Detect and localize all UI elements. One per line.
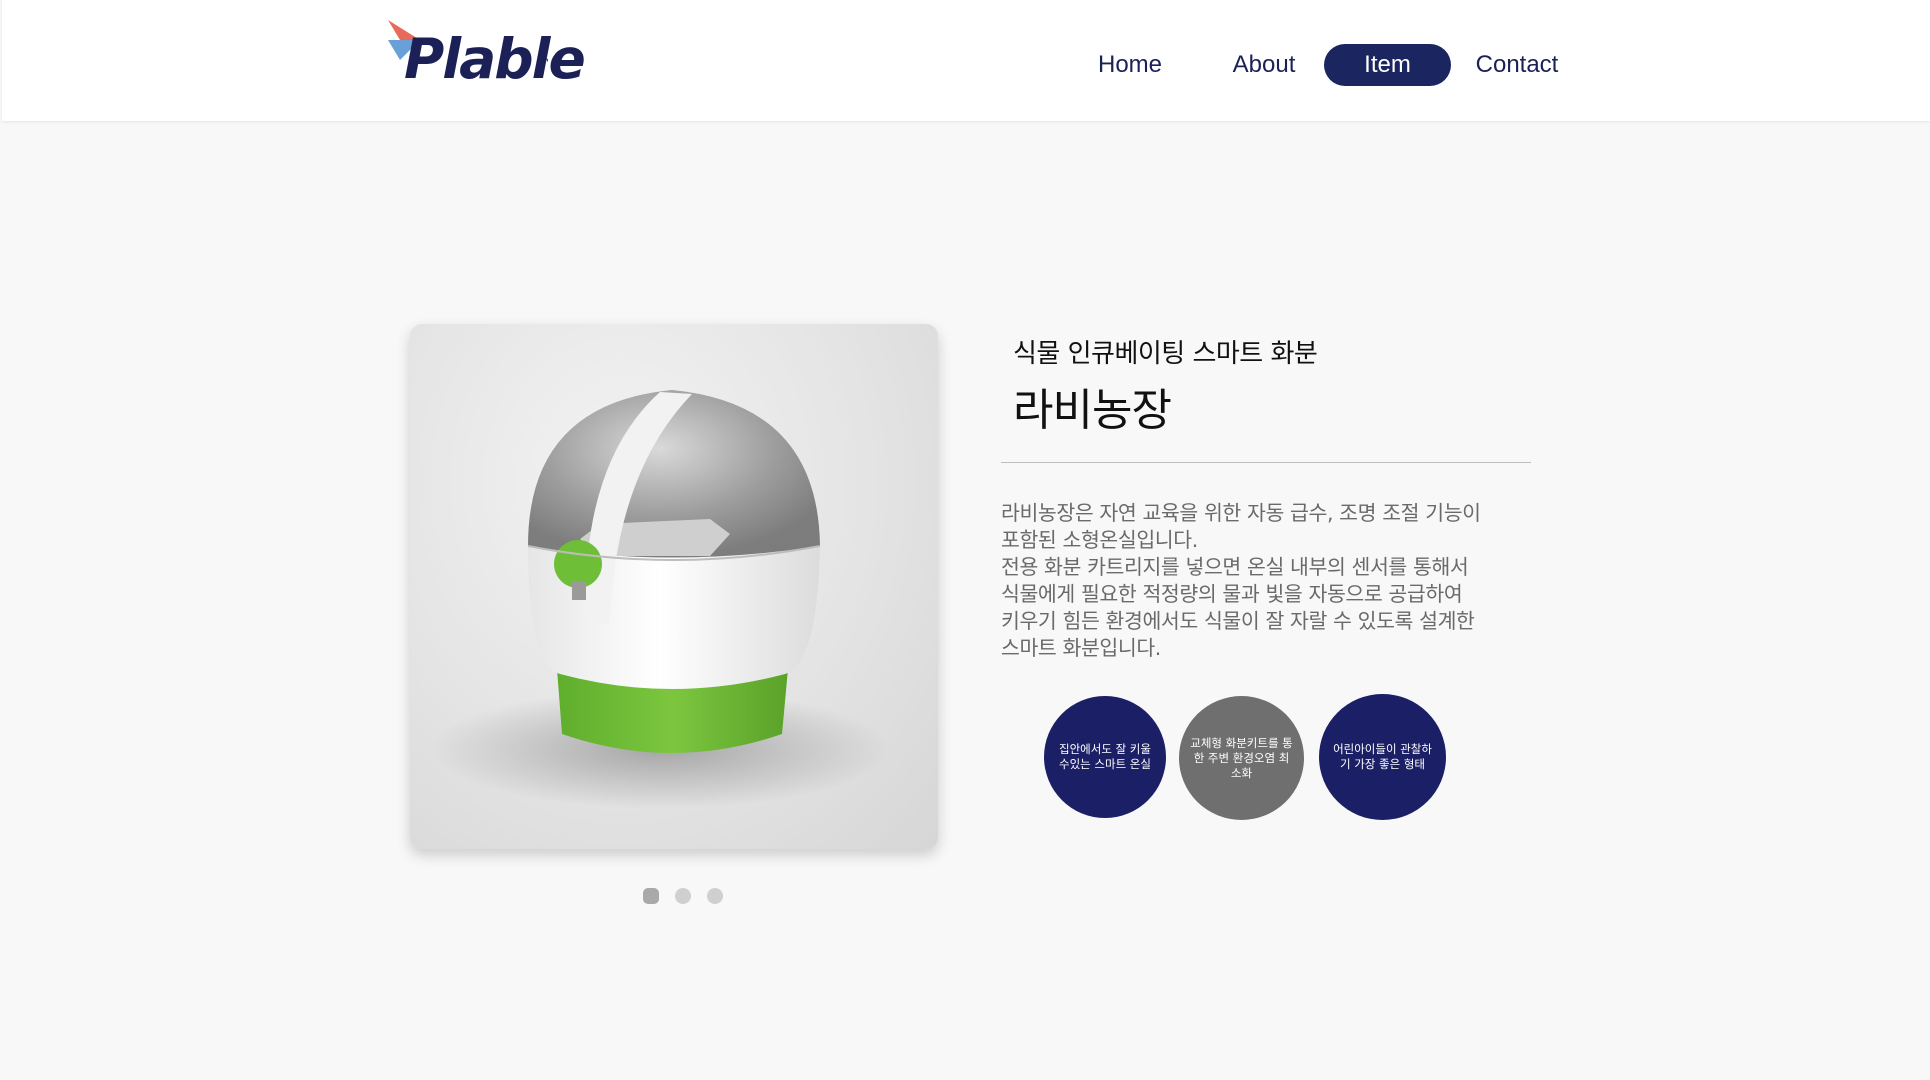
feature-badge-text: 집안에서도 잘 키울수있는 스마트 온실 bbox=[1059, 742, 1151, 771]
carousel-dots bbox=[0, 888, 1930, 904]
feature-badge-child-friendly: 어린아이들이 관찰하기 가장 좋은 형태 bbox=[1319, 694, 1446, 820]
feature-badge-eco-kit: 교체형 화분키트를 통한 주변 환경오염 최소화 bbox=[1179, 696, 1304, 820]
nav-home[interactable]: Home bbox=[1080, 44, 1180, 86]
feature-badge-text: 교체형 화분키트를 통한 주변 환경오염 최소화 bbox=[1190, 735, 1293, 780]
product-title: 라비농장 bbox=[1013, 385, 1172, 436]
carousel-dot-3[interactable] bbox=[707, 888, 723, 904]
product-description: 라비농장은 자연 교육을 위한 자동 급수, 조명 조절 기능이 포함된 소형온… bbox=[1001, 500, 1521, 662]
description-line: 전용 화분 카트리지를 넣으면 온실 내부의 센서를 통해서 bbox=[1001, 555, 1469, 579]
site-header: Plable ™ Home About Item Contact bbox=[2, 0, 1930, 121]
description-line: 라비농장은 자연 교육을 위한 자동 급수, 조명 조절 기능이 bbox=[1001, 501, 1481, 525]
description-line: 키우기 힘든 환경에서도 식물이 잘 자랄 수 있도록 설계한 bbox=[1001, 609, 1475, 633]
feature-badge-smart-greenhouse: 집안에서도 잘 키울수있는 스마트 온실 bbox=[1044, 696, 1166, 818]
product-subtitle: 식물 인큐베이팅 스마트 화분 bbox=[1013, 339, 1318, 369]
description-line: 스마트 화분입니다. bbox=[1001, 636, 1161, 660]
section-divider bbox=[1001, 462, 1531, 463]
nav-item-active[interactable]: Item bbox=[1324, 44, 1451, 86]
smart-pot-image bbox=[430, 390, 890, 809]
description-line: 식물에게 필요한 적정량의 물과 빛을 자동으로 공급하여 bbox=[1001, 582, 1463, 606]
carousel-dot-2[interactable] bbox=[675, 888, 691, 904]
carousel-dot-1[interactable] bbox=[643, 888, 659, 904]
feature-badge-text: 어린아이들이 관찰하기 가장 좋은 형태 bbox=[1333, 742, 1432, 771]
description-line: 포함된 소형온실입니다. bbox=[1001, 528, 1198, 552]
product-image-card[interactable] bbox=[410, 324, 938, 849]
nav-contact[interactable]: Contact bbox=[1464, 44, 1570, 86]
main-nav: Home About Item Contact bbox=[2, 44, 1930, 86]
nav-about[interactable]: About bbox=[1212, 44, 1316, 86]
